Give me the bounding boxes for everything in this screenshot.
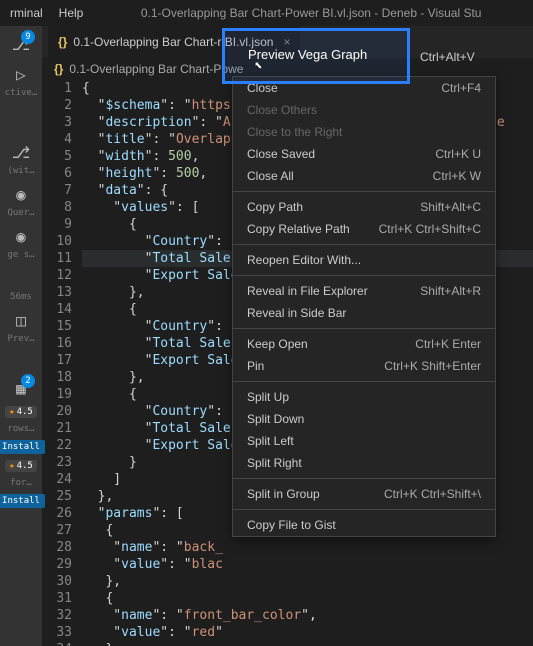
activity-item[interactable]: ⎇ 9 (9, 32, 33, 56)
menu-copy-path[interactable]: Copy PathShift+Alt+C (233, 196, 495, 218)
menu-close-saved[interactable]: Close SavedCtrl+K U (233, 143, 495, 165)
run-icon: ▷ (9, 62, 33, 86)
install-button[interactable]: Install (0, 494, 45, 508)
menu-preview-vega[interactable]: Preview Vega Graph (248, 47, 367, 62)
menu-close-all[interactable]: Close AllCtrl+K W (233, 165, 495, 187)
activity-item[interactable]: ◫ Prev… (7, 308, 34, 344)
menu-terminal[interactable]: rminal (10, 6, 43, 20)
menu-split-group[interactable]: Split in GroupCtrl+K Ctrl+Shift+\ (233, 483, 495, 505)
badge: 9 (21, 30, 35, 44)
install-button[interactable]: Install (0, 440, 45, 454)
badge: 2 (21, 374, 35, 388)
perf-label: 56ms (10, 292, 32, 302)
json-icon: {} (58, 35, 67, 49)
chart-icon: ◫ (9, 308, 33, 332)
extensions[interactable]: ▦ 2 (9, 376, 33, 400)
activity-item[interactable]: ◉ Quer… (7, 182, 34, 218)
activity-item[interactable]: ⎇ (wit… (7, 140, 34, 176)
menu-reopen-with[interactable]: Reopen Editor With... (233, 249, 495, 271)
menu-pin[interactable]: PinCtrl+K Shift+Enter (233, 355, 495, 377)
json-icon: {} (54, 62, 63, 76)
activity-bar: ⎇ 9 ▷ ctive… ⎇ (wit… ◉ Quer… ◉ ge s… 56m… (0, 26, 42, 646)
menu-copy-gist[interactable]: Copy File to Gist (233, 514, 495, 536)
breadcrumb-label: 0.1-Overlapping Bar Chart-Powe (69, 62, 243, 76)
circle-icon: ◉ (9, 182, 33, 206)
line-gutter: 1234567891011121314151617181920212223242… (42, 80, 82, 646)
label: for… (10, 478, 32, 488)
label: rows… (7, 424, 34, 434)
activity-item[interactable]: ◉ ge s… (7, 224, 34, 260)
menu-reveal-sidebar[interactable]: Reveal in Side Bar (233, 302, 495, 324)
menu-close[interactable]: CloseCtrl+F4 (233, 77, 495, 99)
label: Quer… (7, 208, 34, 218)
circle-icon: ◉ (9, 224, 33, 248)
tab-label: 0.1-Overlapping Bar Chart-r BI.vl.json (73, 35, 273, 49)
menu-split-down[interactable]: Split Down (233, 408, 495, 430)
menu-close-others: Close Others (233, 99, 495, 121)
menu-copy-relative-path[interactable]: Copy Relative PathCtrl+K Ctrl+Shift+C (233, 218, 495, 240)
label: Prev… (7, 334, 34, 344)
git-icon: ⎇ (9, 140, 33, 164)
label: ge s… (7, 250, 34, 260)
activity-item[interactable]: ▷ ctive… (5, 62, 38, 98)
menu-split-up[interactable]: Split Up (233, 386, 495, 408)
shortcut-label: Ctrl+Alt+V (420, 50, 475, 64)
context-menu: CloseCtrl+F4 Close Others Close to the R… (232, 76, 496, 537)
rating: ★4.5 (5, 460, 37, 472)
menu-keep-open[interactable]: Keep OpenCtrl+K Enter (233, 333, 495, 355)
label: ctive… (5, 88, 38, 98)
window-title: 0.1-Overlapping Bar Chart-Power BI.vl.js… (99, 6, 523, 20)
menu-split-left[interactable]: Split Left (233, 430, 495, 452)
menu-help[interactable]: Help (59, 6, 84, 20)
menu-reveal-explorer[interactable]: Reveal in File ExplorerShift+Alt+R (233, 280, 495, 302)
rating: ★4.5 (5, 406, 37, 418)
menu-close-right: Close to the Right (233, 121, 495, 143)
menu-split-right[interactable]: Split Right (233, 452, 495, 474)
label: (wit… (7, 166, 34, 176)
